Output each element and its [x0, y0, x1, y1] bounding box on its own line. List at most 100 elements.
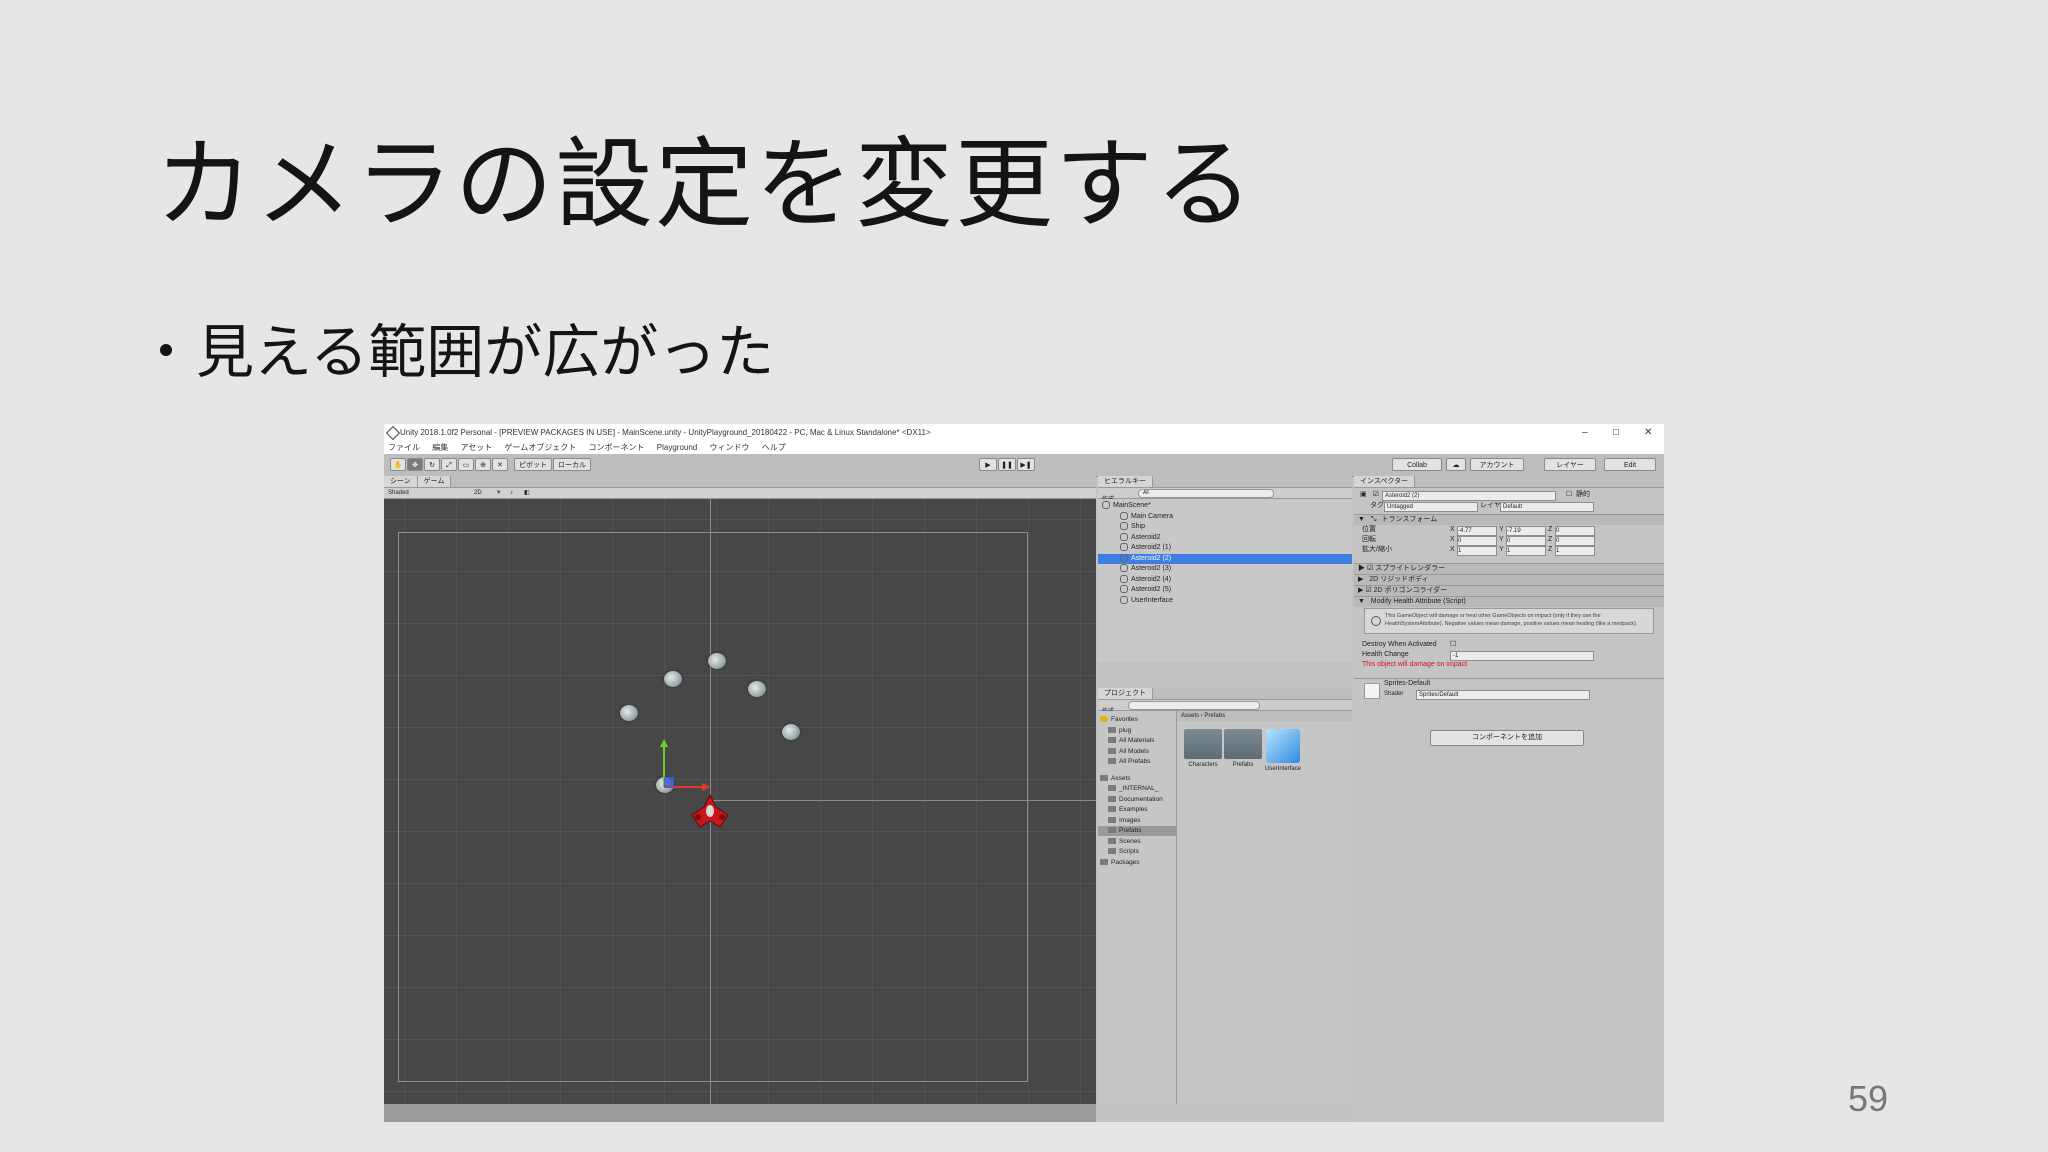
step-button[interactable]: ▶❚: [1017, 458, 1035, 471]
close-button[interactable]: ✕: [1644, 424, 1652, 441]
asset-folder-characters[interactable]: Characters: [1183, 729, 1223, 768]
asset-folder-prefabs[interactable]: Prefabs: [1223, 729, 1263, 768]
scene-toolbar: Shaded 2D ☀ ♪ ◧: [384, 488, 1096, 499]
shader-dropdown[interactable]: Sprites/Default: [1416, 690, 1590, 700]
project-tree-item[interactable]: Prefabs: [1098, 826, 1176, 836]
menu-edit[interactable]: 編集: [432, 443, 448, 452]
project-breadcrumb: Assets › Prefabs: [1177, 711, 1352, 721]
hierarchy-item-label: Asteroid2 (3): [1131, 565, 1172, 572]
menu-component[interactable]: コンポーネント: [589, 443, 645, 452]
asteroid-sprite[interactable]: [620, 705, 638, 721]
destroy-checkbox[interactable]: ☐: [1450, 640, 1456, 650]
asset-prefab-userinterface[interactable]: UserInterface: [1263, 729, 1303, 772]
layers-dropdown[interactable]: レイヤー: [1544, 458, 1596, 471]
tab-hierarchy[interactable]: ヒエラルキー: [1098, 476, 1153, 487]
scale-tool-button[interactable]: ⤢: [441, 458, 457, 471]
asteroid-sprite[interactable]: [664, 671, 682, 687]
x-axis-line: [710, 800, 1096, 801]
hierarchy-item[interactable]: Asteroid2: [1098, 532, 1352, 543]
pause-button[interactable]: ❚❚: [998, 458, 1016, 471]
hierarchy-search-input[interactable]: All: [1138, 489, 1274, 498]
layer-dropdown[interactable]: Default: [1500, 502, 1594, 512]
audio-toggle-icon[interactable]: ♪: [510, 488, 513, 498]
unity-logo-icon: [385, 425, 401, 441]
play-button[interactable]: ▶: [979, 458, 997, 471]
project-tree-item[interactable]: All Models: [1098, 747, 1176, 757]
project-tree-item[interactable]: Scripts: [1098, 847, 1176, 857]
rotate-tool-button[interactable]: ↻: [424, 458, 440, 471]
local-toggle[interactable]: ローカル: [553, 458, 591, 471]
minimize-button[interactable]: –: [1582, 424, 1588, 441]
tab-project[interactable]: プロジェクト: [1098, 688, 1153, 699]
breadcrumb-prefabs[interactable]: Prefabs: [1204, 713, 1225, 719]
project-tree-item[interactable]: Examples: [1098, 805, 1176, 815]
asteroid-sprite[interactable]: [748, 681, 766, 697]
transform-header[interactable]: ▼ ⤡ トランスフォーム: [1354, 514, 1664, 525]
project-tree-label: plug: [1119, 726, 1132, 734]
project-tree-item[interactable]: Favorites: [1098, 715, 1176, 725]
menu-file[interactable]: ファイル: [388, 443, 420, 452]
menu-playground[interactable]: Playground: [657, 443, 697, 452]
menu-help[interactable]: ヘルプ: [762, 443, 786, 452]
component-sprite-renderer[interactable]: ▶ ☑ スプライトレンダラー: [1354, 563, 1664, 574]
hierarchy-item[interactable]: Ship: [1098, 522, 1352, 532]
project-tree-item[interactable]: All Materials: [1098, 736, 1176, 746]
project-search-input[interactable]: [1128, 701, 1260, 710]
hierarchy-item[interactable]: Asteroid2 (5): [1098, 585, 1352, 595]
asteroid-sprite[interactable]: [708, 653, 726, 669]
scene-viewport[interactable]: [384, 499, 1096, 1104]
scale-z-input[interactable]: 1: [1555, 546, 1595, 556]
move-tool-button[interactable]: ✥: [407, 458, 423, 471]
hand-tool-button[interactable]: ✋: [390, 458, 406, 471]
hierarchy-item[interactable]: Asteroid2 (4): [1098, 574, 1352, 585]
scale-x-input[interactable]: 1: [1457, 546, 1497, 556]
menu-assets[interactable]: アセット: [460, 443, 492, 452]
tab-game[interactable]: ゲーム: [417, 476, 452, 487]
inspector-panel: ▣ ☑ Asteroid2 (2) ☐ 静的 タグ Untagged レイヤー …: [1354, 488, 1664, 1122]
tag-dropdown[interactable]: Untagged: [1384, 502, 1478, 512]
project-tree-item[interactable]: Images: [1098, 816, 1176, 826]
project-tree-label: Favorites: [1111, 716, 1138, 723]
menu-window[interactable]: ウィンドウ: [710, 443, 750, 452]
menu-gameobject[interactable]: ゲームオブジェクト: [505, 443, 577, 452]
hierarchy-item[interactable]: Asteroid2 (2): [1098, 553, 1352, 564]
cloud-icon[interactable]: ☁: [1446, 458, 1466, 471]
project-tree-item[interactable]: Scenes: [1098, 837, 1176, 847]
layout-dropdown[interactable]: Edit: [1604, 458, 1656, 471]
project-tree-item[interactable]: _INTERNAL_: [1098, 784, 1176, 794]
hierarchy-item[interactable]: UserInterface: [1098, 595, 1352, 606]
maximize-button[interactable]: □: [1613, 424, 1619, 441]
project-tree-item[interactable]: Packages: [1098, 858, 1176, 868]
scale-y-input[interactable]: 1: [1506, 546, 1546, 556]
component-modify-health[interactable]: ▼ Modify Health Attribute (Script): [1354, 596, 1664, 607]
project-tree-item[interactable]: All Prefabs: [1098, 757, 1176, 767]
hierarchy-item[interactable]: MainScene*: [1098, 501, 1352, 511]
lighting-toggle-icon[interactable]: ☀: [496, 488, 501, 498]
account-dropdown[interactable]: アカウント: [1470, 458, 1524, 471]
asteroid-sprite[interactable]: [782, 724, 800, 740]
project-tree-item[interactable]: Documentation: [1098, 795, 1176, 805]
hierarchy-item[interactable]: Asteroid2 (1): [1098, 543, 1352, 553]
pivot-toggle[interactable]: ピボット: [514, 458, 552, 471]
add-component-button[interactable]: コンポーネントを追加: [1430, 730, 1584, 746]
collab-dropdown[interactable]: Collab: [1392, 458, 1442, 471]
static-checkbox[interactable]: ☐: [1566, 490, 1572, 500]
transform-tool-button[interactable]: ⊕: [475, 458, 491, 471]
active-checkbox[interactable]: ☑: [1373, 491, 1379, 498]
move-gizmo-icon[interactable]: [644, 739, 744, 803]
hierarchy-item[interactable]: Main Camera: [1098, 511, 1352, 522]
hierarchy-item[interactable]: Asteroid2 (3): [1098, 564, 1352, 574]
object-name-input[interactable]: Asteroid2 (2): [1382, 491, 1556, 501]
project-tree-item[interactable]: Assets: [1098, 774, 1176, 784]
tab-scene[interactable]: シーン: [384, 476, 418, 487]
component-rigidbody2d[interactable]: ▶ 2D リジッドボディ: [1354, 574, 1664, 585]
breadcrumb-assets[interactable]: Assets: [1181, 713, 1199, 719]
rect-tool-button[interactable]: ▭: [458, 458, 474, 471]
effects-toggle-icon[interactable]: ◧: [524, 488, 530, 498]
project-tree-item[interactable]: plug: [1098, 726, 1176, 736]
2d-toggle[interactable]: 2D: [474, 488, 482, 498]
component-polygon-collider[interactable]: ▶ ☑ 2D ポリゴンコライダー: [1354, 585, 1664, 596]
tab-inspector[interactable]: インスペクター: [1354, 476, 1416, 487]
shading-dropdown[interactable]: Shaded: [388, 490, 409, 496]
custom-tool-button[interactable]: ✕: [492, 458, 508, 471]
